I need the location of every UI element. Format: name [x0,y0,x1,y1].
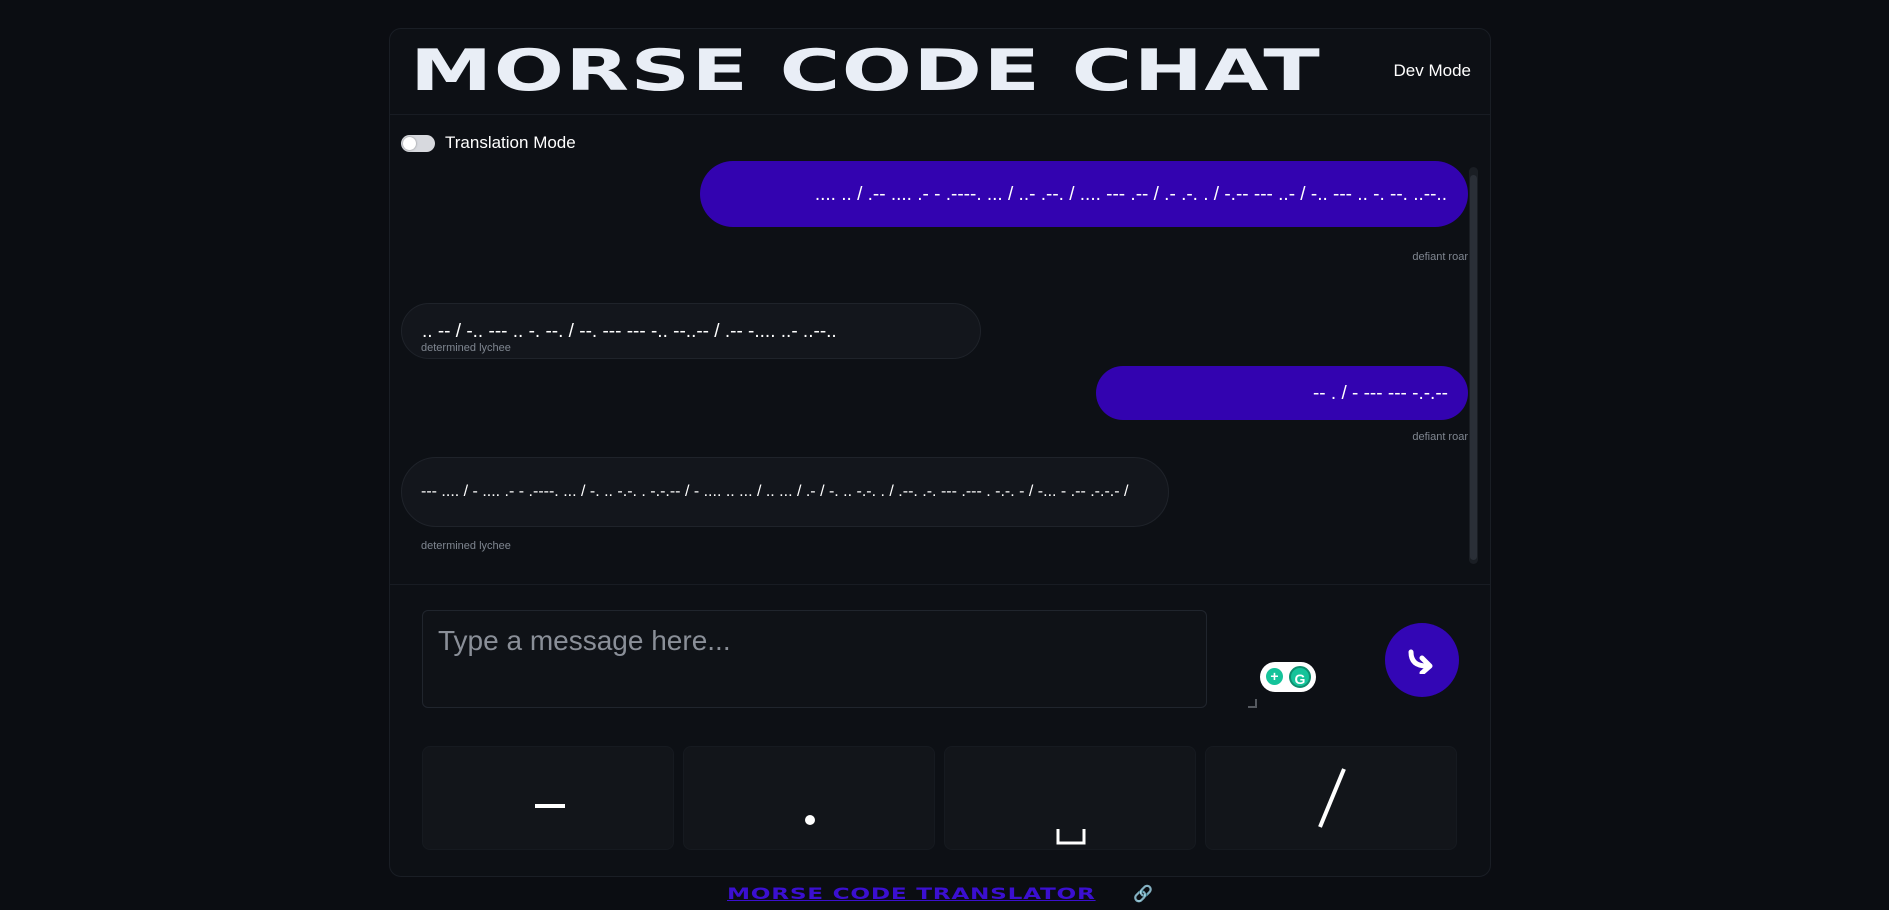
message-text: .. -- / -.. --- .. -. --. / --. --- --- … [422,320,837,342]
key-dash[interactable] [422,746,674,850]
space-icon [1056,829,1086,845]
translation-mode-label: Translation Mode [445,133,576,152]
message-sender: determined lychee [421,540,511,552]
morse-keypad [422,746,1460,850]
link-icon: 🔗 [1133,886,1153,903]
translation-mode-toggle[interactable] [401,134,435,152]
message-bubble-received: --- .... / - .... .- - .----. ... / -. .… [401,457,1169,527]
translation-mode-toggle-row: Translation Mode [401,133,576,153]
message-sender: determined lychee [421,342,511,354]
scrollbar-thumb[interactable] [1470,175,1477,560]
slash-icon [1318,768,1346,828]
message-text: .... .. / .-- .... .- - .----. ... / ..-… [814,183,1447,205]
message-input-placeholder: Type a message here... [438,625,731,656]
key-dot[interactable] [683,746,935,850]
key-slash[interactable] [1205,746,1457,850]
chat-app: MORSE CODE CHAT Dev Mode Translation Mod… [389,28,1491,877]
message-text: -- . / - --- --- -.-.-- [1312,382,1448,404]
message-sender: defiant roar [1412,431,1468,443]
grammarly-icon[interactable]: + G [1260,662,1316,692]
grammarly-g-icon: G [1289,666,1311,688]
app-title: MORSE CODE CHAT [410,38,1322,104]
key-space[interactable] [944,746,1196,850]
header: MORSE CODE CHAT Dev Mode [390,29,1490,115]
morse-translator-link[interactable]: MORSE CODE TRANSLATOR [727,884,1096,903]
dash-icon [535,804,565,808]
send-arrow-icon [1408,649,1433,674]
message-sender: defiant roar [1412,251,1468,263]
toggle-knob [403,136,416,150]
composer-divider [390,584,1490,585]
message-input[interactable]: Type a message here... [422,610,1207,708]
resize-handle-icon[interactable] [1248,699,1257,708]
send-button[interactable] [1385,623,1459,697]
grammarly-plus-icon: + [1266,668,1283,685]
messages-scrollbar[interactable] [1469,167,1478,564]
dev-mode-button[interactable]: Dev Mode [1394,61,1471,81]
message-bubble-sent: .... .. / .-- .... .- - .----. ... / ..-… [700,161,1468,227]
message-bubble-sent: -- . / - --- --- -.-.-- [1096,366,1468,420]
dot-icon [805,815,815,825]
message-text: --- .... / - .... .- - .----. ... / -. .… [421,483,1129,500]
